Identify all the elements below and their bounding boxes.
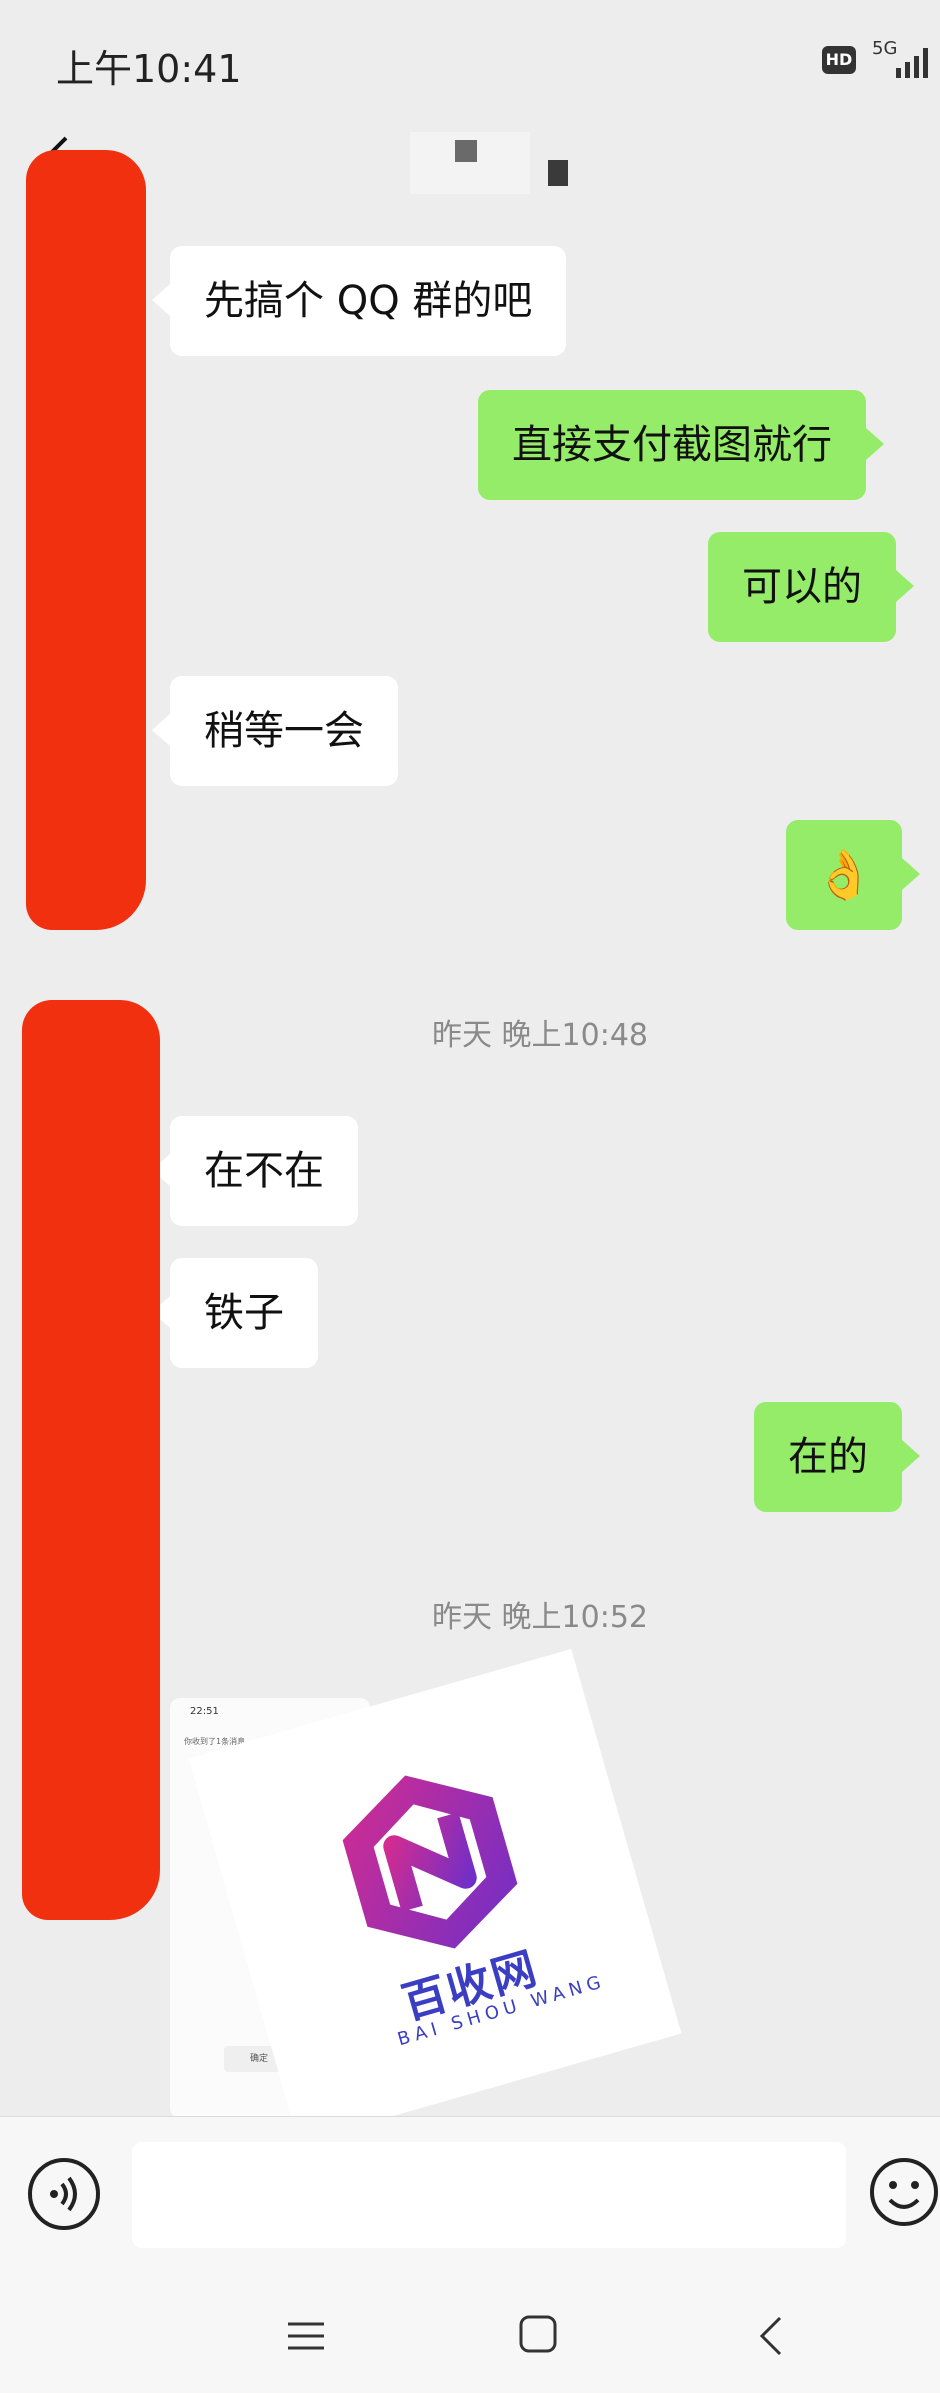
status-time: 上午10:41 <box>56 47 242 91</box>
hd-badge: HD <box>822 46 856 74</box>
back-icon[interactable] <box>756 2314 786 2358</box>
message-input[interactable] <box>132 2142 846 2248</box>
image-message-time: 22:51 <box>190 1706 219 1717</box>
menu-icon[interactable] <box>286 2316 326 2356</box>
redaction-mark <box>26 150 146 930</box>
message-bubble-outgoing[interactable]: 👌 <box>786 820 920 930</box>
message-bubble-incoming[interactable]: 铁子 <box>152 1258 318 1368</box>
redaction-mark <box>22 1000 160 1920</box>
emoji-icon[interactable] <box>868 2156 940 2228</box>
message-bubble-incoming[interactable]: 在不在 <box>152 1116 358 1226</box>
timestamp: 昨天 晚上10:48 <box>432 1018 648 1053</box>
home-icon[interactable] <box>518 2314 558 2354</box>
message-bubble-incoming[interactable]: 先搞个 QQ 群的吧 <box>151 246 567 356</box>
redaction-mark <box>70 155 130 195</box>
timestamp: 昨天 晚上10:52 <box>432 1600 648 1635</box>
voice-icon[interactable] <box>28 2158 100 2230</box>
title-redaction-mark <box>455 140 477 162</box>
message-bubble-outgoing[interactable]: 在的 <box>754 1402 920 1512</box>
title-redaction-mark <box>548 160 568 186</box>
message-bubble-incoming[interactable]: 稍等一会 <box>152 676 398 786</box>
message-bubble-outgoing[interactable]: 直接支付截图就行 <box>478 390 884 500</box>
message-bubble-outgoing[interactable]: 可以的 <box>708 532 914 642</box>
signal-icon <box>896 48 928 78</box>
system-nav-bar <box>0 2286 940 2393</box>
